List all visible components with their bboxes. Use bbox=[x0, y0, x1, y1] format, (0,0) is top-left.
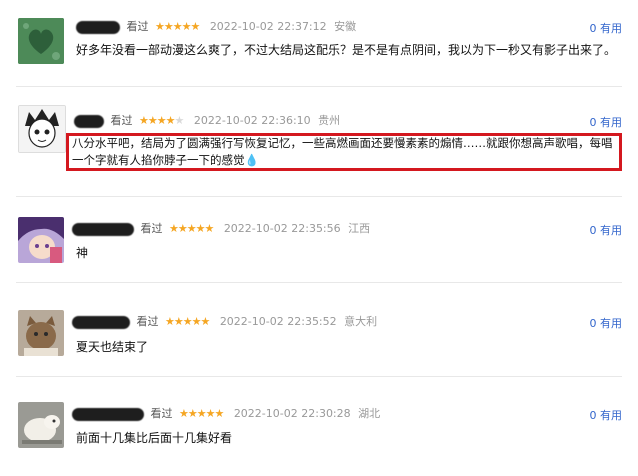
review-time: 2022-10-02 22:35:52 bbox=[219, 315, 337, 328]
username-redacted[interactable] bbox=[72, 222, 134, 236]
useful-button[interactable]: 0 有用 bbox=[590, 20, 623, 36]
useful-button[interactable]: 0 有用 bbox=[590, 114, 623, 130]
review-location: 意大利 bbox=[344, 315, 378, 328]
useful-count: 0 bbox=[589, 22, 597, 35]
username-redacted[interactable] bbox=[76, 20, 120, 34]
review-content: 好多年没看一部动漫这么爽了，不过大结局这配乐？是不是有点阴间，我以为下一秒又有影… bbox=[76, 43, 617, 57]
review-location: 安徽 bbox=[334, 20, 357, 33]
review-location: 湖北 bbox=[358, 407, 381, 420]
review-time: 2022-10-02 22:36:10 bbox=[193, 114, 311, 127]
user-avatar[interactable] bbox=[18, 105, 66, 153]
rated-label: 看过 bbox=[136, 315, 159, 328]
user-avatar[interactable] bbox=[18, 217, 64, 263]
useful-count: 0 bbox=[589, 317, 597, 330]
review-time: 2022-10-02 22:37:12 bbox=[209, 20, 327, 33]
username-redacted[interactable] bbox=[72, 315, 130, 329]
rated-label: 看过 bbox=[140, 222, 163, 235]
username-redacted[interactable] bbox=[72, 407, 144, 421]
star-rating: ★★★★★ bbox=[139, 114, 184, 127]
useful-label: 有用 bbox=[600, 317, 622, 330]
user-avatar[interactable] bbox=[18, 310, 64, 356]
divider bbox=[16, 282, 622, 283]
user-avatar[interactable] bbox=[18, 18, 64, 64]
divider bbox=[16, 376, 622, 377]
review-meta: 看过 ★★★★★ 2022-10-02 22:35:56 江西 bbox=[72, 222, 370, 236]
review-location: 贵州 bbox=[318, 114, 341, 127]
star-rating: ★★★★★ bbox=[165, 315, 210, 328]
rated-label: 看过 bbox=[110, 114, 133, 127]
review-meta: 看过 ★★★★★ 2022-10-02 22:30:28 湖北 bbox=[72, 407, 380, 421]
review-meta: 看过 ★★★★★ 2022-10-02 22:37:12 安徽 bbox=[76, 20, 356, 34]
review-content: 夏天也结束了 bbox=[76, 340, 149, 354]
rated-label: 看过 bbox=[126, 20, 149, 33]
username-redacted[interactable] bbox=[74, 114, 104, 128]
review-location: 江西 bbox=[348, 222, 371, 235]
review-content: 神 bbox=[76, 246, 89, 260]
useful-button[interactable]: 0 有用 bbox=[590, 407, 623, 423]
avatar-image bbox=[18, 217, 64, 263]
useful-count: 0 bbox=[589, 116, 597, 129]
useful-label: 有用 bbox=[600, 116, 622, 129]
review-time: 2022-10-02 22:30:28 bbox=[233, 407, 351, 420]
useful-count: 0 bbox=[589, 224, 597, 237]
useful-label: 有用 bbox=[600, 22, 622, 35]
avatar-image bbox=[19, 106, 65, 152]
useful-count: 0 bbox=[589, 409, 597, 422]
review-content: 前面十几集比后面十几集好看 bbox=[76, 431, 233, 445]
rated-label: 看过 bbox=[150, 407, 173, 420]
avatar-image bbox=[18, 310, 64, 356]
review-meta: 看过 ★★★★★ 2022-10-02 22:36:10 贵州 bbox=[74, 114, 340, 128]
useful-button[interactable]: 0 有用 bbox=[590, 222, 623, 238]
useful-button[interactable]: 0 有用 bbox=[590, 315, 623, 331]
useful-label: 有用 bbox=[600, 409, 622, 422]
avatar-image bbox=[18, 402, 64, 448]
avatar-image bbox=[18, 18, 64, 64]
highlight-box bbox=[66, 133, 622, 171]
star-rating: ★★★★★ bbox=[179, 407, 224, 420]
star-rating: ★★★★★ bbox=[155, 20, 200, 33]
useful-label: 有用 bbox=[600, 224, 622, 237]
star-rating: ★★★★★ bbox=[169, 222, 214, 235]
review-meta: 看过 ★★★★★ 2022-10-02 22:35:52 意大利 bbox=[72, 315, 377, 329]
review-time: 2022-10-02 22:35:56 bbox=[223, 222, 341, 235]
divider bbox=[16, 86, 622, 87]
divider bbox=[16, 196, 622, 197]
user-avatar[interactable] bbox=[18, 402, 64, 448]
